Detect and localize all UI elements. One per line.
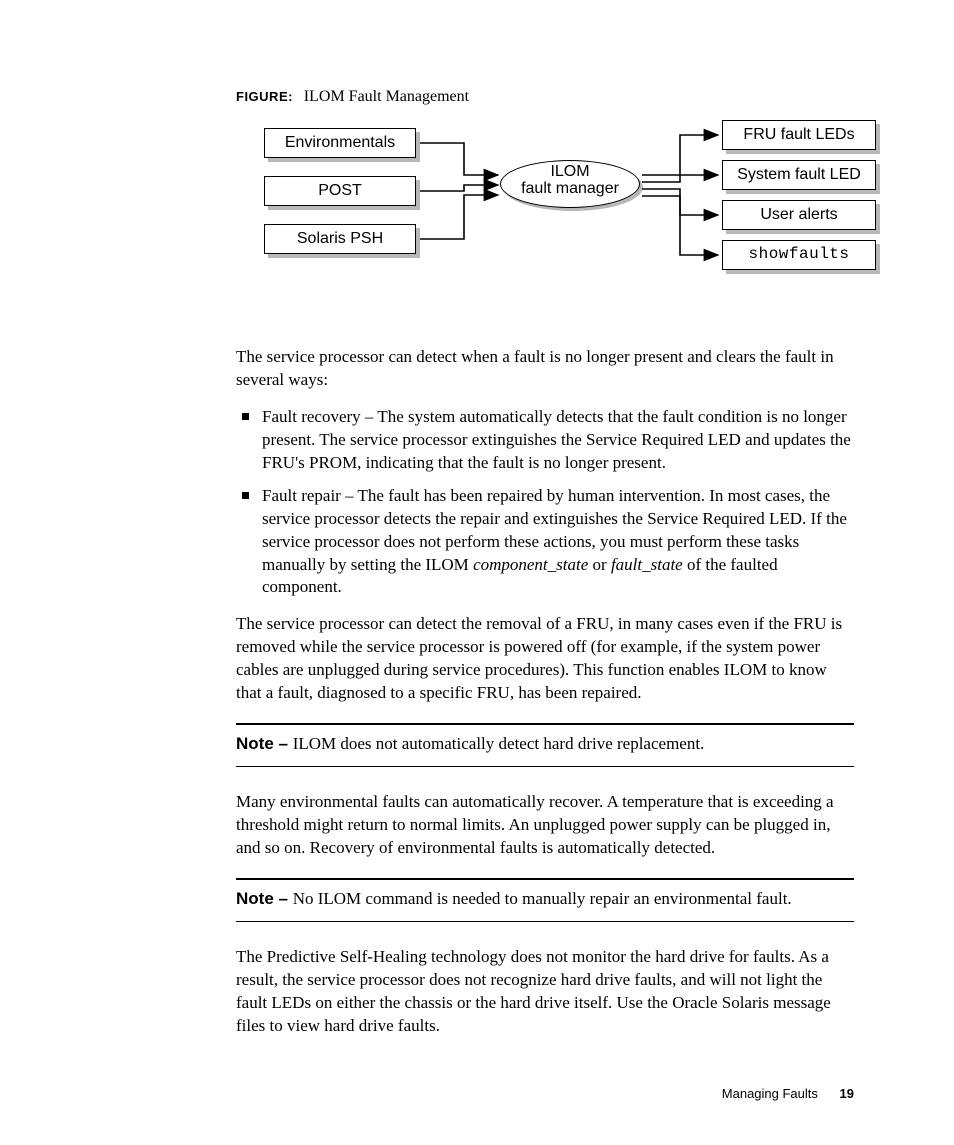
paragraph-fru-removal: The service processor can detect the rem… bbox=[236, 613, 854, 705]
diagram-oval-line1: ILOM bbox=[550, 163, 589, 180]
bullet-fault-recovery: Fault recovery – The system automaticall… bbox=[236, 406, 854, 475]
note-env-fault: Note – No ILOM command is needed to manu… bbox=[236, 878, 854, 922]
diagram-box-system-fault-led: System fault LED bbox=[722, 160, 876, 190]
ilom-diagram: Environmentals POST Solaris PSH ILOM fau… bbox=[264, 120, 876, 300]
paragraph-intro: The service processor can detect when a … bbox=[236, 346, 854, 392]
paragraph-env-recover: Many environmental faults can automatica… bbox=[236, 791, 854, 860]
bullet-fault-repair: Fault repair – The fault has been repair… bbox=[236, 485, 854, 600]
diagram-box-environmentals: Environmentals bbox=[264, 128, 416, 158]
italic-component-state: component_state bbox=[473, 555, 588, 574]
diagram-box-solaris-psh: Solaris PSH bbox=[264, 224, 416, 254]
note-label: Note – bbox=[236, 734, 293, 753]
page: FIGURE: ILOM Fault Management Environmen… bbox=[0, 0, 954, 1145]
bullet-lead: Fault recovery – bbox=[262, 407, 377, 426]
footer-section: Managing Faults bbox=[722, 1086, 818, 1101]
note-label: Note – bbox=[236, 889, 293, 908]
diagram-oval-ilom-fault-manager: ILOM fault manager bbox=[500, 160, 640, 208]
page-footer: Managing Faults 19 bbox=[722, 1086, 854, 1101]
diagram-box-fru-fault-leds: FRU fault LEDs bbox=[722, 120, 876, 150]
note-text: ILOM does not automatically detect hard … bbox=[293, 734, 705, 753]
italic-fault-state: fault_state bbox=[611, 555, 683, 574]
diagram-box-showfaults: showfaults bbox=[722, 240, 876, 270]
bullet-list: Fault recovery – The system automaticall… bbox=[236, 406, 854, 600]
note-hard-drive-replacement: Note – ILOM does not automatically detec… bbox=[236, 723, 854, 767]
figure-title: ILOM Fault Management bbox=[304, 88, 469, 105]
paragraph-psh: The Predictive Self-Healing technology d… bbox=[236, 946, 854, 1038]
diagram-oval-line2: fault manager bbox=[521, 180, 619, 197]
bullet-text-mid: or bbox=[588, 555, 611, 574]
figure-caption: FIGURE: ILOM Fault Management bbox=[236, 88, 854, 106]
note-text: No ILOM command is needed to manually re… bbox=[293, 889, 792, 908]
diagram-box-user-alerts: User alerts bbox=[722, 200, 876, 230]
footer-page-number: 19 bbox=[840, 1086, 854, 1101]
figure-label: FIGURE: bbox=[236, 89, 293, 104]
diagram-box-post: POST bbox=[264, 176, 416, 206]
bullet-lead: Fault repair – bbox=[262, 486, 358, 505]
